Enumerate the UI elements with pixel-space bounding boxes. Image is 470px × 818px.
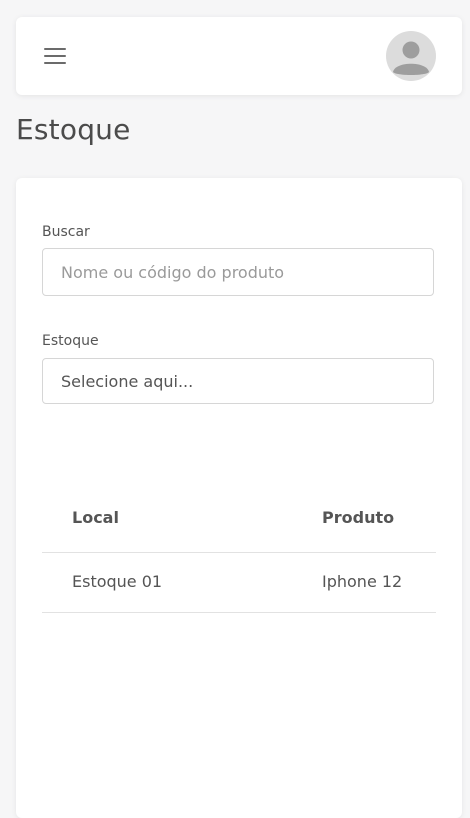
search-input[interactable] bbox=[42, 248, 434, 296]
stock-select-value: Selecione aqui... bbox=[61, 371, 194, 391]
avatar[interactable] bbox=[386, 31, 436, 81]
stock-card: Buscar Estoque Selecione aqui... Local P… bbox=[16, 178, 462, 818]
top-bar bbox=[16, 17, 462, 95]
menu-icon-line bbox=[44, 62, 66, 64]
stock-select[interactable]: Selecione aqui... bbox=[42, 358, 434, 404]
column-header-produto: Produto bbox=[322, 508, 395, 527]
stock-select-label: Estoque bbox=[42, 333, 99, 349]
menu-icon-line bbox=[44, 48, 66, 50]
menu-icon[interactable] bbox=[42, 45, 68, 67]
search-label: Buscar bbox=[42, 224, 90, 240]
cell-produto: Iphone 12 bbox=[322, 572, 403, 591]
menu-icon-line bbox=[44, 55, 66, 57]
table-header: Local Produto bbox=[42, 494, 436, 553]
cell-local: Estoque 01 bbox=[72, 572, 163, 591]
user-avatar-icon bbox=[393, 41, 429, 75]
table-row[interactable]: Estoque 01 Iphone 12 bbox=[42, 553, 436, 613]
column-header-local: Local bbox=[72, 508, 119, 527]
page-title: Estoque bbox=[16, 113, 131, 146]
